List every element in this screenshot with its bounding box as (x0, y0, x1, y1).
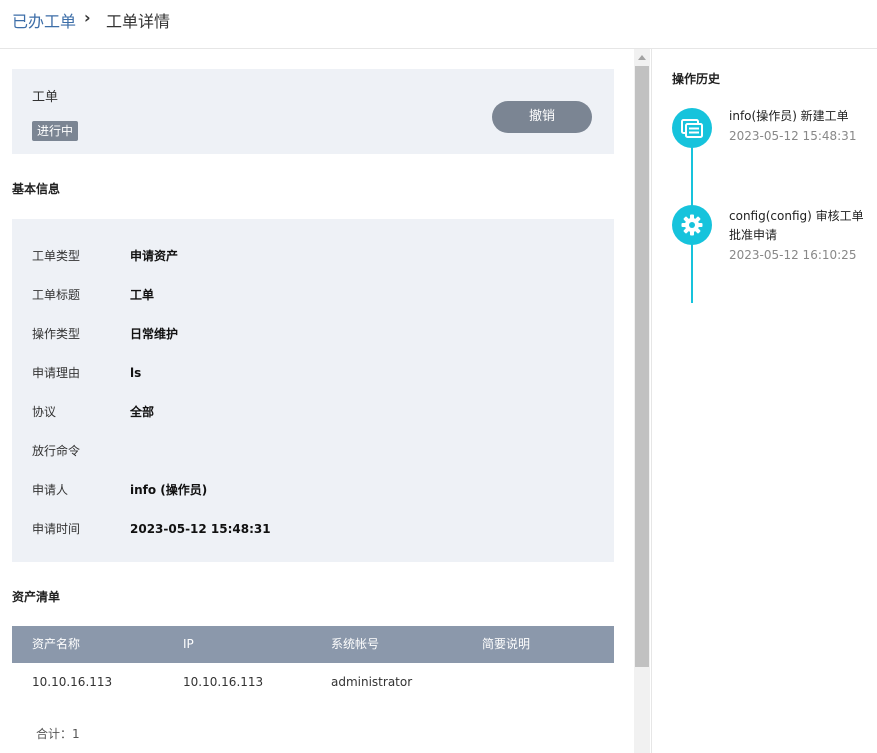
revoke-button[interactable]: 撤销 (492, 101, 592, 133)
info-label: 操作类型 (32, 327, 81, 341)
column-header: 简要说明 (482, 637, 531, 651)
table-cell: administrator (331, 675, 413, 689)
page-title: 工单详情 (106, 12, 171, 31)
info-value: ls (130, 366, 142, 380)
scrollbar[interactable] (634, 49, 650, 753)
basic-info-card: 工单类型 申请资产 工单标题 工单 操作类型 日常维护 申请理由 ls 协议 全… (12, 219, 614, 562)
info-value: 申请资产 (130, 249, 179, 263)
ticket-summary-card: 工单 进行中 撤销 (12, 69, 614, 154)
column-header: IP (183, 637, 194, 651)
info-value: 工单 (130, 288, 155, 302)
history-item-time: 2023-05-12 16:10:25 (729, 248, 857, 262)
table-cell: 10.10.16.113 (183, 675, 264, 689)
info-value: 全部 (130, 405, 155, 419)
table-cell: 10.10.16.113 (32, 675, 113, 689)
history-item-text: config(config) 审核工单 批准申请 (729, 209, 864, 242)
message-icon (672, 108, 712, 148)
scroll-up-arrow-icon[interactable] (638, 55, 646, 60)
info-value: info (操作员) (130, 483, 208, 497)
ticket-title: 工单 (32, 90, 59, 105)
history-title: 操作历史 (672, 72, 721, 86)
info-label: 申请理由 (32, 366, 81, 380)
scrollbar-thumb[interactable] (635, 66, 649, 667)
asset-table: 资产名称 IP 系统帐号 简要说明 10.10.16.113 10.10.16.… (12, 626, 614, 703)
info-label: 申请时间 (32, 522, 81, 536)
column-header: 系统帐号 (331, 637, 380, 651)
column-header: 资产名称 (32, 637, 81, 651)
basic-info-title: 基本信息 (12, 182, 61, 196)
info-value: 2023-05-12 15:48:31 (130, 522, 271, 536)
info-label: 放行命令 (32, 444, 81, 458)
history-item-time: 2023-05-12 15:48:31 (729, 129, 857, 143)
table-header: 资产名称 IP 系统帐号 简要说明 (12, 626, 614, 663)
info-label: 协议 (32, 405, 57, 419)
info-label: 申请人 (32, 483, 69, 497)
info-value: 日常维护 (130, 327, 179, 341)
asset-list-title: 资产清单 (12, 590, 61, 604)
total-count: 合计：1 (36, 727, 80, 741)
status-badge: 进行中 (32, 121, 79, 141)
chevron-right-icon: › (84, 8, 91, 27)
gear-icon (672, 205, 712, 245)
main-panel: 工单 进行中 撤销 基本信息 工单类型 申请资产 工单标题 工单 操作类型 日常… (0, 49, 634, 753)
history-panel: 操作历史 info(操作员) 新建工单 2023-05-12 15:48:31 (651, 49, 877, 753)
table-row: 10.10.16.113 10.10.16.113 administrator (12, 663, 614, 703)
info-label: 工单标题 (32, 288, 81, 302)
breadcrumb: 已办工单 › 工单详情 (0, 0, 877, 49)
history-item-text: info(操作员) 新建工单 (729, 109, 849, 123)
breadcrumb-parent-link[interactable]: 已办工单 (12, 8, 76, 32)
info-label: 工单类型 (32, 249, 81, 263)
